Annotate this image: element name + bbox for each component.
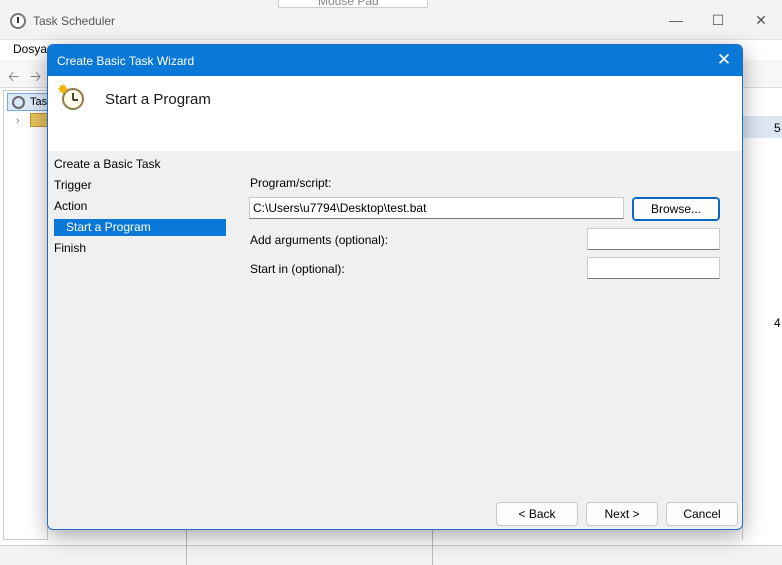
arguments-label: Add arguments (optional): <box>250 233 389 247</box>
close-icon[interactable]: ✕ <box>714 50 734 70</box>
tree-item-library[interactable]: Tas <box>7 93 52 111</box>
step-start-a-program[interactable]: Start a Program <box>54 219 226 236</box>
program-script-label: Program/script: <box>250 176 332 190</box>
folder-icon <box>30 113 48 127</box>
start-in-label: Start in (optional): <box>250 262 345 276</box>
task-scheduler-titlebar: Task Scheduler Mouse Pad — ☐ ✕ <box>0 0 782 40</box>
window-title: Task Scheduler <box>33 14 116 28</box>
back-button[interactable]: < Back <box>496 502 578 526</box>
step-action[interactable]: Action <box>54 198 226 215</box>
clock-icon <box>10 13 26 29</box>
step-finish[interactable]: Finish <box>54 240 226 257</box>
dialog-titlebar: Create Basic Task Wizard ✕ <box>48 45 742 76</box>
menu-file[interactable]: Dosya <box>13 42 47 56</box>
arguments-input[interactable] <box>587 228 720 250</box>
page-title: Start a Program <box>105 91 211 108</box>
browse-button[interactable]: Browse... <box>632 197 720 221</box>
create-basic-task-wizard: Create Basic Task Wizard ✕ ✸ Start a Pro… <box>47 44 743 530</box>
maximize-icon[interactable]: ☐ <box>708 12 728 29</box>
task-list-pane <box>742 90 782 540</box>
forward-arrow-icon[interactable]: 🡢 <box>30 66 41 90</box>
wizard-steps: Create a Basic Task Trigger Action Start… <box>48 151 228 529</box>
tree-item-label: Tas <box>30 96 48 108</box>
clock-icon <box>12 96 25 109</box>
start-in-input[interactable] <box>587 257 720 279</box>
navigation-tree: Tas › <box>3 90 52 540</box>
list-value: 4 <box>774 316 781 330</box>
dialog-title: Create Basic Task Wizard <box>57 54 195 68</box>
wizard-header: ✸ Start a Program <box>48 76 742 151</box>
minimize-icon[interactable]: — <box>666 12 686 28</box>
divider <box>186 530 187 565</box>
task-clock-icon: ✸ <box>57 81 85 111</box>
status-bar <box>0 545 782 565</box>
program-script-input[interactable]: C:\Users\u7794\Desktop\test.bat <box>249 197 624 219</box>
close-icon[interactable]: ✕ <box>751 12 771 29</box>
back-arrow-icon[interactable]: 🡠 <box>8 66 19 90</box>
list-value: 5 <box>774 121 781 135</box>
cancel-button[interactable]: Cancel <box>666 502 738 526</box>
step-create-basic-task[interactable]: Create a Basic Task <box>54 156 226 173</box>
background-tab-label: Mouse Pad <box>318 0 379 8</box>
chevron-right-icon[interactable]: › <box>16 115 20 127</box>
divider <box>432 530 433 565</box>
step-trigger[interactable]: Trigger <box>54 177 226 194</box>
next-button[interactable]: Next > <box>586 502 658 526</box>
